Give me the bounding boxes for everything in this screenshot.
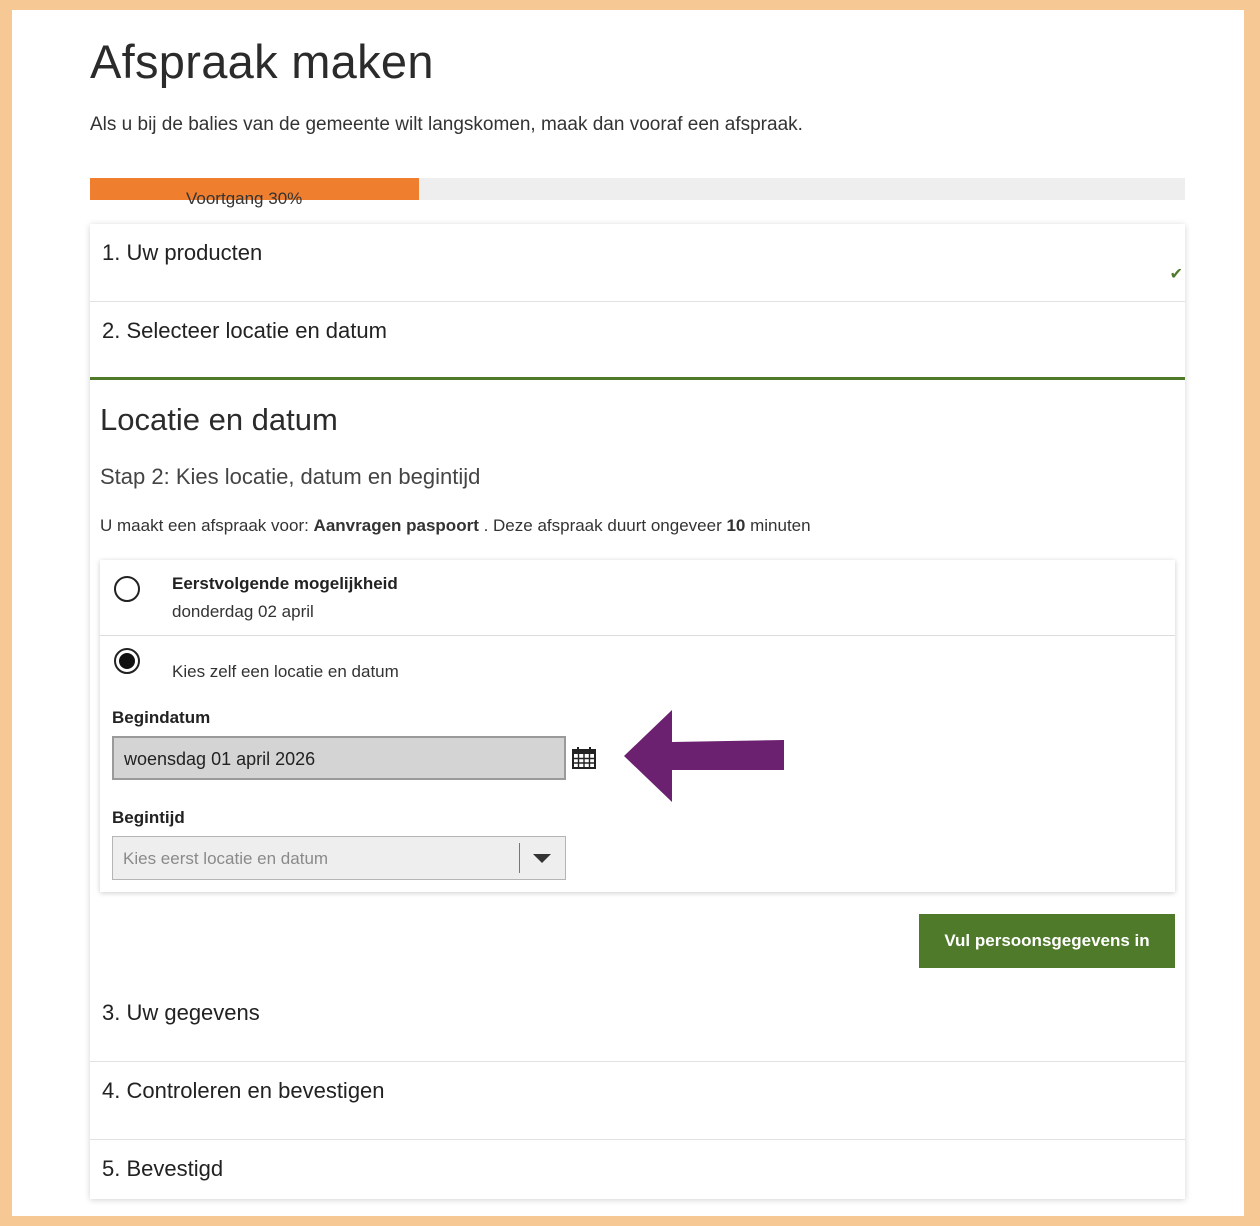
step-header-details[interactable]: 3. Uw gegevens [90, 984, 1185, 1062]
start-date-value: woensdag 01 april 2026 [124, 749, 316, 769]
start-date-input[interactable]: woensdag 01 april 2026 [112, 736, 566, 780]
product-name: Aanvragen paspoort [313, 516, 479, 535]
radio-choose-own[interactable] [114, 648, 140, 674]
start-time-label: Begintijd [112, 808, 185, 827]
option-next-title: Eerstvolgende mogelijkheid [172, 574, 398, 593]
step-label: 3. Uw gegevens [102, 1000, 260, 1025]
progress-label: Voortgang 30% [186, 189, 303, 208]
progress-bar: Voortgang 30% [90, 178, 1185, 208]
duration-value: 10 [726, 516, 746, 535]
desc-middle: . Deze afspraak duurt ongeveer [478, 516, 727, 535]
option-next-date: donderdag 02 april [172, 602, 314, 621]
step-label: 2. Selecteer locatie en datum [102, 318, 387, 343]
desc-prefix: U maakt een afspraak voor: [100, 516, 314, 535]
start-time-select[interactable]: Kies eerst locatie en datum [112, 836, 566, 880]
calendar-icon[interactable] [572, 747, 596, 769]
page-title: Afspraak maken [90, 35, 434, 88]
step-header-location[interactable]: 2. Selecteer locatie en datum [90, 302, 1185, 380]
step-header-confirmed[interactable]: 5. Bevestigd [90, 1140, 1185, 1216]
step-label: 5. Bevestigd [102, 1156, 224, 1181]
desc-suffix: minuten [745, 516, 811, 535]
left-arrow-icon [624, 710, 784, 802]
check-icon: ✔ [1169, 266, 1183, 283]
fill-personal-details-button[interactable]: Vul persoonsgegevens in [919, 914, 1175, 968]
step-header-products[interactable]: 1. Uw producten ✔ [90, 224, 1185, 302]
appointment-description: U maakt een afspraak voor: Aanvragen pas… [100, 516, 811, 536]
radio-next-available[interactable] [114, 576, 140, 602]
intro-text: Als u bij de balies van de gemeente wilt… [90, 114, 803, 135]
section-subtitle: Stap 2: Kies locatie, datum en begintijd [100, 464, 481, 489]
option-next-available[interactable]: Eerstvolgende mogelijkheid donderdag 02 … [100, 560, 1175, 636]
appointment-wizard: 1. Uw producten ✔ 2. Selecteer locatie e… [90, 224, 1185, 1199]
start-time-placeholder: Kies eerst locatie en datum [123, 849, 329, 868]
option-custom-label: Kies zelf een locatie en datum [172, 662, 399, 681]
step-label: 4. Controleren en bevestigen [102, 1078, 385, 1103]
page-frame: Afspraak maken Als u bij de balies van d… [12, 10, 1244, 1216]
select-divider [519, 843, 520, 873]
chevron-down-icon[interactable] [533, 854, 551, 863]
step-label: 1. Uw producten [102, 240, 263, 265]
section-title: Locatie en datum [100, 402, 338, 437]
step-header-review[interactable]: 4. Controleren en bevestigen [90, 1062, 1185, 1140]
start-date-label: Begindatum [112, 708, 211, 727]
